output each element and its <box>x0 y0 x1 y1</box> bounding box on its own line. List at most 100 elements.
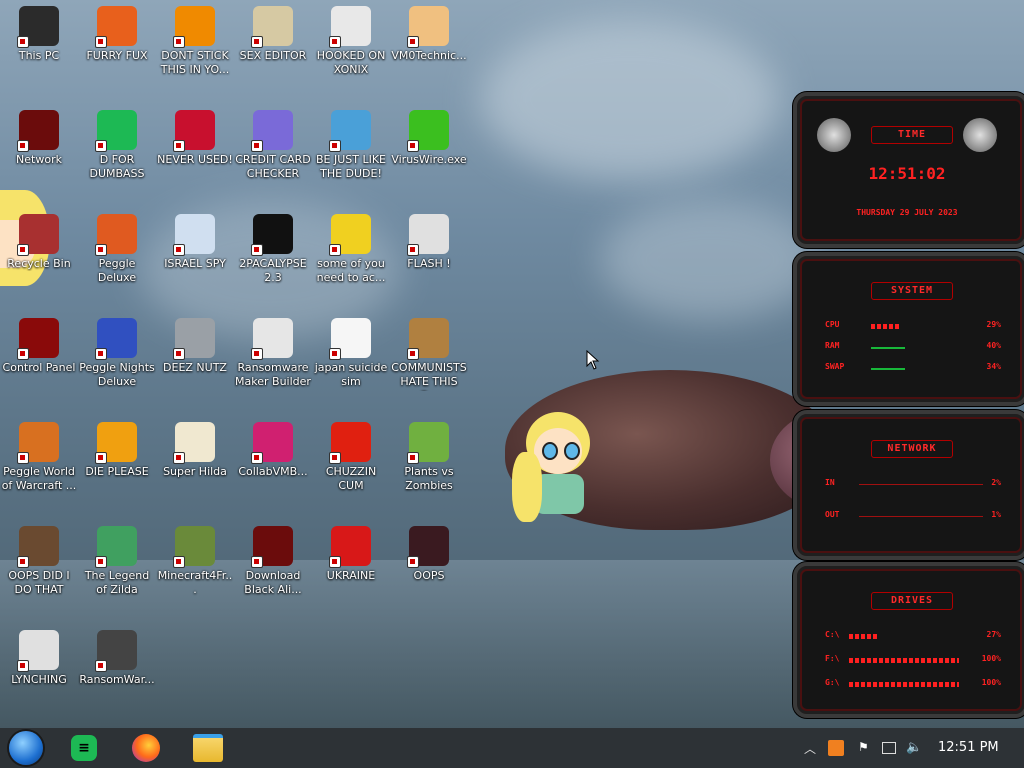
desktop-icon-label: OOPS <box>413 569 445 582</box>
desktop-icon-label: RansomWar... <box>79 673 155 686</box>
desktop-icon[interactable]: The Legend of Zilda <box>78 526 156 597</box>
desktop-icon-label: VirusWire.exe <box>391 153 467 166</box>
desktop-icon[interactable]: SEX EDITOR <box>234 6 312 63</box>
time-clock: 12:51:02 <box>868 164 946 183</box>
desktop-icon[interactable]: CREDIT CARD CHECKER <box>234 110 312 181</box>
desktop-icon[interactable]: Control Panel <box>0 318 78 375</box>
shortcut-arrow-icon <box>95 140 107 152</box>
desktop-icon[interactable]: 2PACALYPSE 2.3 <box>234 214 312 285</box>
drive-row: C:\ 27% <box>825 630 1001 639</box>
desktop-icon[interactable]: Recycle Bin <box>0 214 78 271</box>
desktop-icon[interactable]: FLASH ! <box>390 214 468 271</box>
flag-icon[interactable]: ⚑ <box>858 740 874 756</box>
shortcut-arrow-icon <box>251 348 263 360</box>
shield-app-icon[interactable] <box>828 740 844 756</box>
volume-icon[interactable]: 🔈 <box>906 740 922 756</box>
collabvm-icon <box>251 422 293 464</box>
desktop-icon-label: FLASH ! <box>407 257 451 270</box>
system-usage-bar <box>871 368 905 370</box>
desktop-icon[interactable]: Ransomware Maker Builder .exe <box>234 318 312 391</box>
shortcut-arrow-icon <box>407 36 419 48</box>
time-date: THURSDAY 29 JULY 2023 <box>856 208 958 217</box>
shortcut-arrow-icon <box>251 244 263 256</box>
system-usage-bar <box>871 324 901 329</box>
desktop-icon-label: This PC <box>18 49 60 62</box>
desktop-icon[interactable]: This PC <box>0 6 78 63</box>
drives-title: DRIVES <box>871 592 953 610</box>
alien-head-icon-left <box>817 118 851 152</box>
desktop-icon-label: DIE PLEASE <box>85 465 149 478</box>
desktop-icon[interactable]: some of you need to ac... <box>312 214 390 285</box>
shortcut-arrow-icon <box>17 244 29 256</box>
alienware-sidebar-gadget: TIME 12:51:02 THURSDAY 29 JULY 2023 SYST… <box>793 92 1024 718</box>
chevron-up-icon[interactable]: ︿ <box>804 740 820 756</box>
taskbar-app-messaging[interactable]: ≡ <box>64 732 104 764</box>
desktop-icon[interactable]: COMMUNISTS HATE THIS G... <box>390 318 468 391</box>
desktop-icon[interactable]: CollabVMB... <box>234 422 312 479</box>
shortcut-arrow-icon <box>17 660 29 672</box>
taskbar-clock[interactable]: 12:51 PM <box>938 740 999 755</box>
network-panel: NETWORK IN 2% OUT 1% <box>793 410 1024 560</box>
desktop-icon-label: DONT STICK THIS IN YO... <box>160 49 230 76</box>
desktop-icon-label: SEX EDITOR <box>239 49 307 62</box>
japan-sim-icon <box>329 318 371 360</box>
drive-row: F:\ 100% <box>825 654 1001 663</box>
network-title: NETWORK <box>871 440 953 458</box>
desktop-icon-label: VM0Technic... <box>391 49 467 62</box>
time-title: TIME <box>871 126 953 144</box>
shortcut-arrow-icon <box>329 556 341 568</box>
desktop-icon[interactable]: OOPS <box>390 526 468 583</box>
taskbar-app-file-explorer[interactable] <box>188 732 228 764</box>
system-title: SYSTEM <box>871 282 953 300</box>
desktop-icon-label: COMMUNISTS HATE THIS G... <box>391 361 467 391</box>
desktop-icon[interactable]: ISRAEL SPY <box>156 214 234 271</box>
desktop-icon[interactable]: japan suicide sim <box>312 318 390 389</box>
desktop-icon[interactable]: Peggle Nights Deluxe <box>78 318 156 389</box>
taskbar-app-firefox[interactable] <box>126 732 166 764</box>
shortcut-arrow-icon <box>407 140 419 152</box>
network-in-graph <box>859 484 983 485</box>
desktop-icon-label: Control Panel <box>2 361 76 374</box>
desktop-icon-label: DEEZ NUTZ <box>163 361 227 374</box>
desktop-icon[interactable]: OOPS DID I DO THAT <box>0 526 78 597</box>
desktop-icon[interactable]: UKRAINE <box>312 526 390 583</box>
shortcut-arrow-icon <box>173 244 185 256</box>
dark-app-icon <box>407 526 449 568</box>
shortcut-arrow-icon <box>17 452 29 464</box>
network-icon[interactable] <box>882 742 896 754</box>
desktop-icon[interactable]: VirusWire.exe <box>390 110 468 167</box>
system-usage-bar <box>871 347 905 349</box>
desktop-icon-label: UKRAINE <box>326 569 376 582</box>
desktop-icon[interactable]: NEVER USED! <box>156 110 234 167</box>
desktop-icon[interactable]: BE JUST LIKE THE DUDE! <box>312 110 390 181</box>
desktop-icon[interactable]: DEEZ NUTZ <box>156 318 234 375</box>
desktop-icon[interactable]: LYNCHING <box>0 630 78 687</box>
computer-icon <box>17 6 59 48</box>
desktop-icon[interactable]: CHUZZIN CUM <box>312 422 390 493</box>
desktop-icon[interactable]: Plants vs Zombies <box>390 422 468 493</box>
desktop-icon[interactable]: Minecraft4Fr... <box>156 526 234 597</box>
desktop-icon-label: FURRY FUX <box>86 49 148 62</box>
desktop-icon[interactable]: VM0Technic... <box>390 6 468 63</box>
desktop-icon-label: some of you need to ac... <box>316 257 386 284</box>
desktop-icon[interactable]: DONT STICK THIS IN YO... <box>156 6 234 77</box>
shortcut-arrow-icon <box>173 348 185 360</box>
desktop-icon[interactable]: Download Black Ali... <box>234 526 312 597</box>
desktop-icon[interactable]: Peggle World of Warcraft ... <box>0 422 78 493</box>
shortcut-arrow-icon <box>173 140 185 152</box>
desktop-icon[interactable]: Super Hilda <box>156 422 234 479</box>
shortcut-arrow-icon <box>95 452 107 464</box>
desktop-icon[interactable]: HOOKED ON XONIX <box>312 6 390 77</box>
desktop-icon-label: The Legend of Zilda <box>84 569 150 596</box>
desktop-icon[interactable]: RansomWar... <box>78 630 156 687</box>
desktop-icon-label: CREDIT CARD CHECKER <box>235 153 311 180</box>
desktop-icon[interactable]: Peggle Deluxe <box>78 214 156 285</box>
desktop-icon[interactable]: DIE PLEASE <box>78 422 156 479</box>
network-in-row: IN 2% <box>825 478 1001 487</box>
desktop-icon[interactable]: Network <box>0 110 78 167</box>
desktop-icon[interactable]: FURRY FUX <box>78 6 156 63</box>
start-button[interactable] <box>6 731 46 765</box>
shortcut-arrow-icon <box>95 244 107 256</box>
desktop-icon-label: Plants vs Zombies <box>404 465 454 492</box>
desktop-icon[interactable]: D FOR DUMBASS <box>78 110 156 181</box>
